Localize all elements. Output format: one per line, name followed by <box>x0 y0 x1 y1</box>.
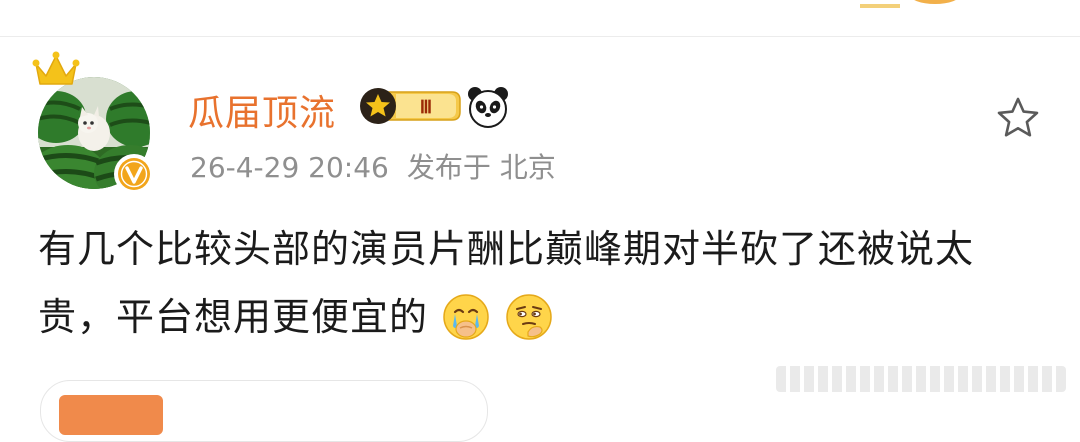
topic-card-tag <box>59 395 163 435</box>
username-link[interactable]: 瓜届顶流 <box>188 84 336 136</box>
star-outline-icon[interactable] <box>994 94 1042 142</box>
fan-badge-level: Ⅲ <box>420 97 432 117</box>
publish-label: 发布于 <box>406 151 491 184</box>
crying-face-emoji-icon <box>443 294 489 340</box>
post-content: 有几个比较头部的演员片酬比巅峰期对半砍了还被说太贵，平台想用更便宜的 <box>38 218 1048 348</box>
fan-level-badge-icon[interactable]: Ⅲ <box>356 86 464 126</box>
topic-card[interactable] <box>40 380 488 442</box>
top-strip <box>0 0 1080 37</box>
verified-badge <box>114 154 154 194</box>
post-timestamp: 26-4-29 20:46 <box>190 151 389 184</box>
top-strip-decoration-icon <box>860 0 956 8</box>
post-location: 北京 <box>499 151 556 184</box>
post-meta: 26-4-29 20:46 发布于 北京 <box>190 146 556 186</box>
verified-v-icon <box>118 158 150 190</box>
crown-icon <box>32 51 80 85</box>
user-avatar[interactable] <box>30 50 160 194</box>
panda-icon <box>468 87 508 128</box>
thinking-face-emoji-icon <box>506 294 552 340</box>
watermark <box>776 366 1066 392</box>
